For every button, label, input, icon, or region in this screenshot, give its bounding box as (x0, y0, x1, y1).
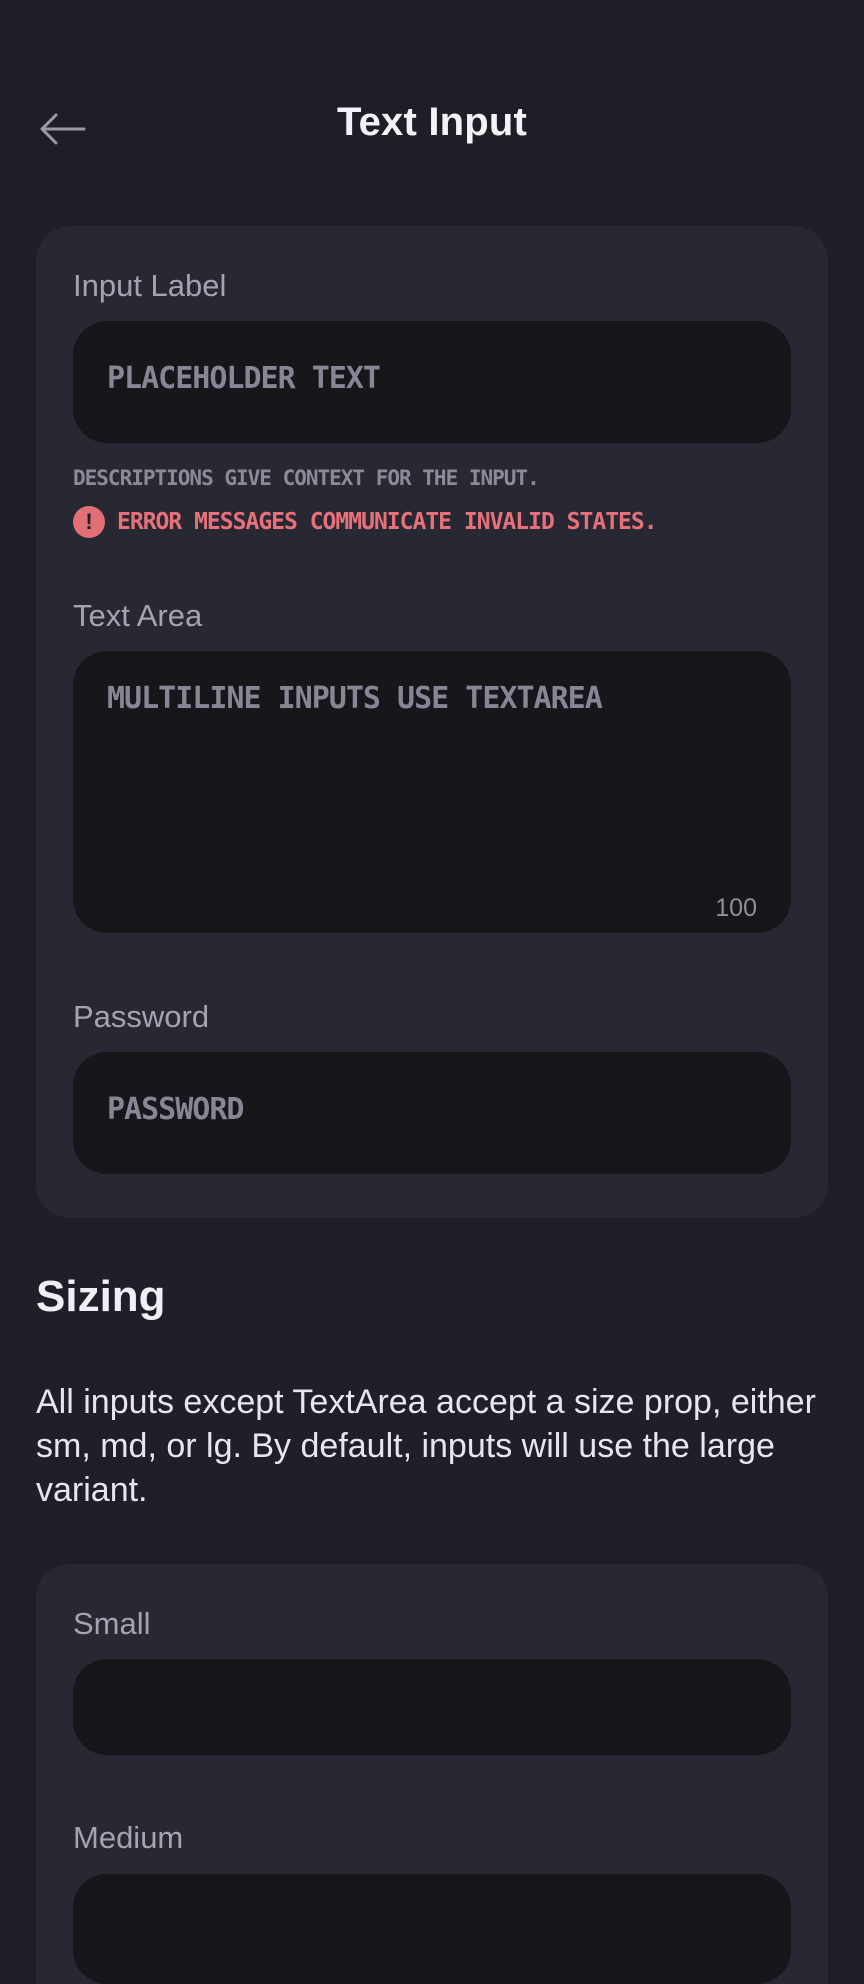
sizing-description: All inputs except TextArea accept a size… (36, 1383, 816, 1509)
sizing-card: Small Medium (36, 1564, 828, 1984)
character-counter: 100 (715, 894, 757, 922)
error-message: ! Error messages communicate invalid sta… (73, 506, 658, 538)
password-input[interactable]: Password (73, 1052, 791, 1174)
small-label: Small (73, 1606, 151, 1641)
page-title: Text Input (336, 100, 528, 144)
input-description: Descriptions give context for the input. (73, 466, 540, 490)
examples-card: Input Label Placeholder text Description… (36, 226, 828, 1218)
medium-label: Medium (73, 1820, 184, 1855)
password-placeholder: Password (107, 1092, 244, 1127)
small-input[interactable] (73, 1659, 791, 1755)
text-input-placeholder: Placeholder text (107, 361, 381, 396)
password-label: Password (73, 999, 210, 1034)
text-input[interactable]: Placeholder text (73, 321, 791, 443)
medium-input[interactable] (73, 1874, 791, 1984)
error-text: Error messages communicate invalid state… (117, 509, 658, 535)
textarea-placeholder: Multiline inputs use TextArea (107, 681, 603, 716)
textarea-label: Text Area (73, 598, 203, 633)
alert-circle-icon: ! (73, 506, 105, 538)
sizing-heading: Sizing (36, 1272, 166, 1321)
app-header: Text Input (0, 0, 864, 194)
input-label: Input Label (73, 268, 227, 303)
textarea-input[interactable]: Multiline inputs use TextArea 100 (73, 651, 791, 933)
